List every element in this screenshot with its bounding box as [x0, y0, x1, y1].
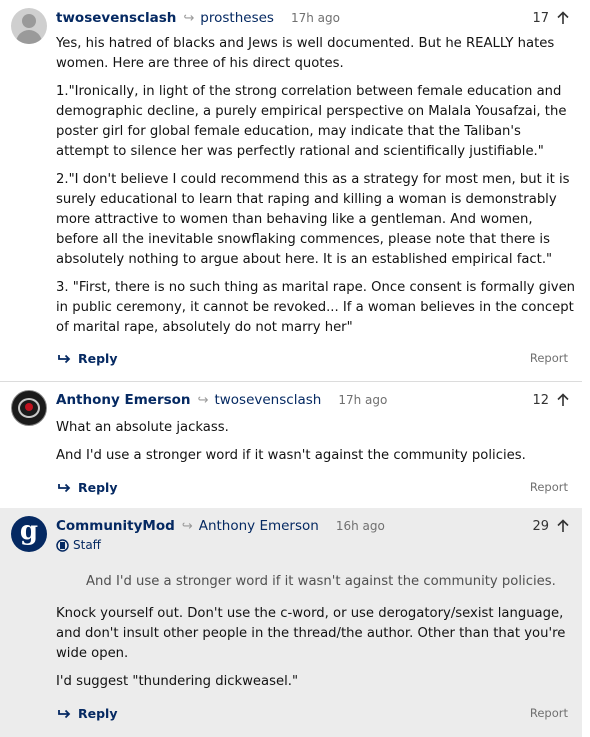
- report-link[interactable]: Report: [530, 706, 568, 720]
- vote-count-block: 29: [532, 516, 570, 536]
- staff-badge-icon: [56, 538, 69, 552]
- comment-paragraph: 3. "First, there is no such thing as mar…: [56, 280, 576, 335]
- comment-body: And I'd use a stronger word if it wasn't…: [56, 572, 576, 700]
- comment-anthony-emerson: Anthony Emerson ↪ twosevensclash 17h ago…: [0, 381, 582, 508]
- report-link[interactable]: Report: [530, 480, 568, 494]
- vote-count-block: 12: [532, 390, 570, 410]
- avatar[interactable]: [11, 8, 47, 44]
- reply-arrow-icon: ↪: [197, 392, 209, 408]
- comment-paragraph: 2."I don't believe I could recommend thi…: [56, 172, 570, 267]
- comment-meta: Anthony Emerson ↪ twosevensclash 17h ago: [56, 390, 387, 410]
- upvote-arrow-icon[interactable]: [556, 519, 570, 533]
- comment-paragraph: Knock yourself out. Don't use the c-word…: [56, 606, 566, 661]
- vote-count: 12: [532, 392, 549, 408]
- comment-paragraph: I'd suggest "thundering dickweasel.": [56, 674, 299, 689]
- comment-paragraph: 1."Ironically, in light of the strong co…: [56, 84, 567, 159]
- replied-to-user[interactable]: twosevensclash: [214, 392, 321, 408]
- comment-paragraph: And I'd use a stronger word if it wasn't…: [56, 448, 526, 463]
- reply-button[interactable]: Reply: [58, 480, 117, 495]
- comment-author[interactable]: Anthony Emerson: [56, 392, 191, 408]
- avatar-logo-dot: [25, 403, 33, 411]
- comment-meta: twosevensclash ↪ prostheses 17h ago: [56, 8, 340, 28]
- avatar-placeholder-body: [16, 30, 42, 44]
- reply-label: Reply: [78, 706, 118, 721]
- reply-icon: [58, 709, 71, 718]
- reply-icon: [58, 483, 71, 492]
- comment-body: What an absolute jackass. And I'd use a …: [56, 418, 576, 474]
- vote-count: 17: [532, 10, 549, 26]
- replied-to-user[interactable]: prostheses: [200, 10, 274, 26]
- guardian-logo-avatar[interactable]: g: [11, 516, 47, 552]
- upvote-arrow-icon[interactable]: [556, 393, 570, 407]
- reply-icon: [58, 354, 71, 363]
- reply-label: Reply: [78, 351, 118, 366]
- comment-timestamp[interactable]: 17h ago: [291, 11, 340, 25]
- comment-meta: CommunityMod ↪ Anthony Emerson 16h ago: [56, 516, 385, 536]
- comment-communitymod: g CommunityMod ↪ Anthony Emerson 16h ago…: [0, 508, 582, 737]
- comment-paragraph: What an absolute jackass.: [56, 420, 229, 435]
- comment-paragraph: Yes, his hatred of blacks and Jews is we…: [56, 36, 555, 71]
- replied-to-user[interactable]: Anthony Emerson: [199, 518, 319, 534]
- vote-count-block: 17: [532, 8, 570, 28]
- staff-label: Staff: [73, 538, 101, 552]
- comment-timestamp[interactable]: 16h ago: [336, 519, 385, 533]
- upvote-arrow-icon[interactable]: [556, 11, 570, 25]
- reply-button[interactable]: Reply: [58, 706, 117, 721]
- comment-author[interactable]: twosevensclash: [56, 10, 176, 26]
- comment-twosevensclash: twosevensclash ↪ prostheses 17h ago 17 Y…: [0, 0, 582, 381]
- vote-count: 29: [532, 518, 549, 534]
- reply-arrow-icon: ↪: [181, 518, 193, 534]
- reply-button[interactable]: Reply: [58, 351, 117, 366]
- reply-label: Reply: [78, 480, 118, 495]
- comment-timestamp[interactable]: 17h ago: [338, 393, 387, 407]
- comment-author[interactable]: CommunityMod: [56, 518, 175, 534]
- avatar[interactable]: [11, 390, 47, 426]
- reply-arrow-icon: ↪: [183, 10, 195, 26]
- quoted-text: And I'd use a stronger word if it wasn't…: [86, 574, 556, 589]
- comment-body: Yes, his hatred of blacks and Jews is we…: [56, 34, 576, 346]
- avatar-placeholder-head: [22, 14, 36, 28]
- report-link[interactable]: Report: [530, 351, 568, 365]
- staff-badge: Staff: [56, 537, 101, 553]
